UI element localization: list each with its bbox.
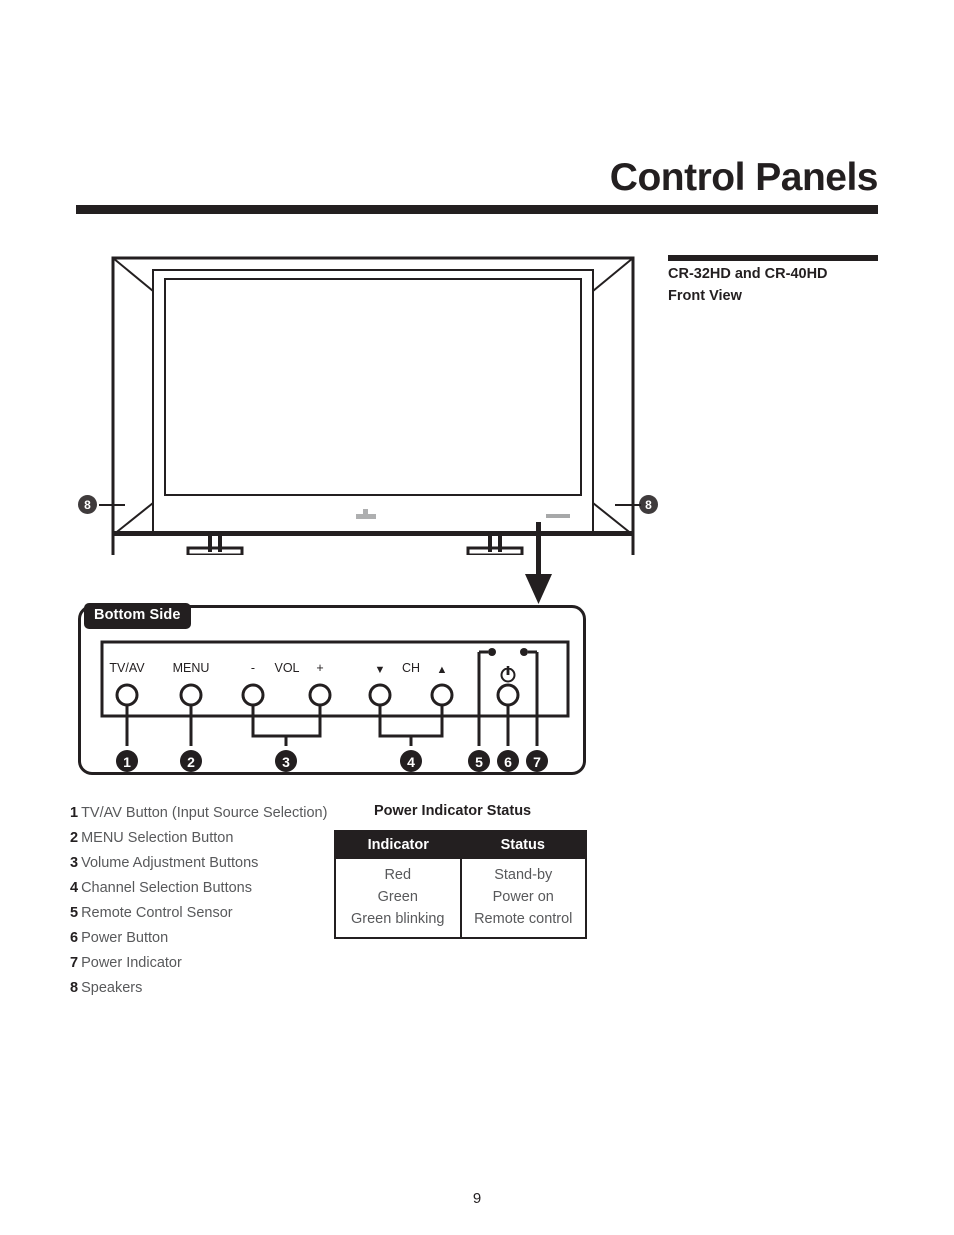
- panel-tab-label: Bottom Side: [84, 603, 191, 629]
- legend-text: Remote Control Sensor: [81, 905, 233, 921]
- label-vol: VOL: [274, 661, 299, 675]
- volume-up-button: [308, 683, 332, 707]
- leader-line-speaker-right: [615, 504, 641, 506]
- legend-number: 2: [70, 830, 79, 846]
- control-callout-badges: 1 2 3 4 5 6 7: [116, 750, 548, 772]
- list-item: 2 MENU Selection Button: [70, 826, 370, 851]
- label-ch: CH: [402, 661, 420, 675]
- callout-label-6: 6: [504, 754, 512, 770]
- label-volume-minus: -: [251, 661, 255, 675]
- label-menu: MENU: [173, 661, 210, 675]
- legend-number: 1: [70, 805, 79, 821]
- callout-badge-speaker-right: 8: [639, 495, 658, 514]
- table-header-row: Indicator Status: [335, 831, 586, 859]
- list-item: 5 Remote Control Sensor: [70, 901, 370, 926]
- cell-indicator-2: Green blinking: [351, 911, 445, 927]
- menu-button: [179, 683, 203, 707]
- title-rule: [76, 205, 878, 214]
- callout-label-4: 4: [407, 754, 415, 770]
- control-strip-outline: [100, 640, 570, 718]
- legend-text: TV/AV Button (Input Source Selection): [81, 805, 328, 821]
- down-arrow-icon: [525, 522, 552, 604]
- page-number: 9: [472, 1190, 482, 1207]
- power-button: [496, 683, 520, 707]
- channel-down-button: [368, 683, 392, 707]
- legend-text: Channel Selection Buttons: [81, 880, 252, 896]
- leader-line-speaker-left: [99, 504, 125, 506]
- legend-number: 6: [70, 930, 79, 946]
- caption-rule: [668, 255, 878, 261]
- legend-number: 8: [70, 980, 79, 996]
- power-symbol-icon: [500, 664, 516, 683]
- cell-status-1: Power on: [492, 889, 554, 905]
- callout-label-2: 2: [187, 754, 195, 770]
- label-tvav: TV/AV: [109, 661, 145, 675]
- list-item: 8 Speakers: [70, 976, 370, 1001]
- bezel-miter-tr: [592, 257, 634, 292]
- tv-outline-svg: [111, 256, 635, 555]
- callout-label-3: 3: [282, 754, 290, 770]
- caption-line-2: Front View: [668, 287, 742, 304]
- power-indicator-status-table: Indicator Status Red Green Green blinkin…: [334, 830, 587, 939]
- label-channel-up-triangle-icon: ▲: [437, 664, 448, 676]
- legend-text: Power Indicator: [81, 955, 182, 971]
- figure-caption: CR-32HD and CR-40HD Front View: [668, 264, 898, 308]
- list-item: 6 Power Button: [70, 926, 370, 951]
- pointer-arrow: [505, 512, 585, 608]
- tv-stand-left: [186, 536, 244, 555]
- bezel-miter-bl: [112, 502, 154, 536]
- tv-cabinet: [111, 256, 635, 555]
- status-table-title: Power Indicator Status: [374, 803, 532, 819]
- legend-text: Volume Adjustment Buttons: [81, 855, 259, 871]
- legend-text: Power Button: [81, 930, 169, 946]
- remote-sensor-dot: [488, 648, 496, 656]
- cell-indicator-0: Red: [384, 867, 412, 883]
- legend-number: 5: [70, 905, 79, 921]
- label-channel-down-triangle-icon: ▼: [375, 664, 386, 676]
- status-cells: Stand-by Power on Remote control: [461, 859, 587, 938]
- legend-number: 7: [70, 955, 79, 971]
- legend-number: 3: [70, 855, 79, 871]
- control-buttons: [115, 683, 520, 707]
- column-header-indicator: Indicator: [335, 831, 461, 859]
- table-row: Red Green Green blinking Stand-by Power …: [335, 859, 586, 938]
- control-leader-lines: [125, 705, 510, 746]
- legend-text: Speakers: [81, 980, 143, 996]
- label-volume-plus: +: [316, 661, 323, 675]
- cell-status-2: Remote control: [474, 911, 573, 927]
- power-indicator-dot: [520, 648, 528, 656]
- legend-text: MENU Selection Button: [81, 830, 234, 846]
- cell-status-0: Stand-by: [494, 867, 553, 883]
- list-item: 3 Volume Adjustment Buttons: [70, 851, 370, 876]
- callout-label-5: 5: [475, 754, 483, 770]
- bezel-miter-tl: [112, 257, 154, 292]
- channel-up-button: [430, 683, 454, 707]
- callout-label-7: 7: [533, 754, 541, 770]
- list-item: 4 Channel Selection Buttons: [70, 876, 370, 901]
- indicator-cells: Red Green Green blinking: [335, 859, 462, 938]
- legend-number: 4: [70, 880, 79, 896]
- caption-line-1: CR-32HD and CR-40HD: [668, 266, 828, 282]
- cell-indicator-1: Green: [377, 889, 418, 905]
- list-item: 1 TV/AV Button (Input Source Selection): [70, 801, 370, 826]
- manual-page: Control Panels CR-32HD and CR-40HD Front…: [0, 0, 954, 1235]
- tvav-button: [115, 683, 139, 707]
- callout-label-1: 1: [123, 754, 131, 770]
- column-header-status: Status: [460, 831, 586, 859]
- page-title: Control Panels: [609, 156, 879, 199]
- tv-screen: [164, 278, 582, 496]
- tv-front-view-illustration: [70, 245, 690, 555]
- list-item: 7 Power Indicator: [70, 951, 370, 976]
- callout-badge-speaker-left: 8: [78, 495, 97, 514]
- legend-list: 1 TV/AV Button (Input Source Selection) 2…: [70, 801, 370, 1001]
- bezel-miter-br: [592, 502, 634, 536]
- volume-down-button: [241, 683, 265, 707]
- control-labels: TV/AV MENU - VOL + ▼ CH ▲: [109, 661, 447, 676]
- bezel-brand-mark-center: [356, 509, 376, 519]
